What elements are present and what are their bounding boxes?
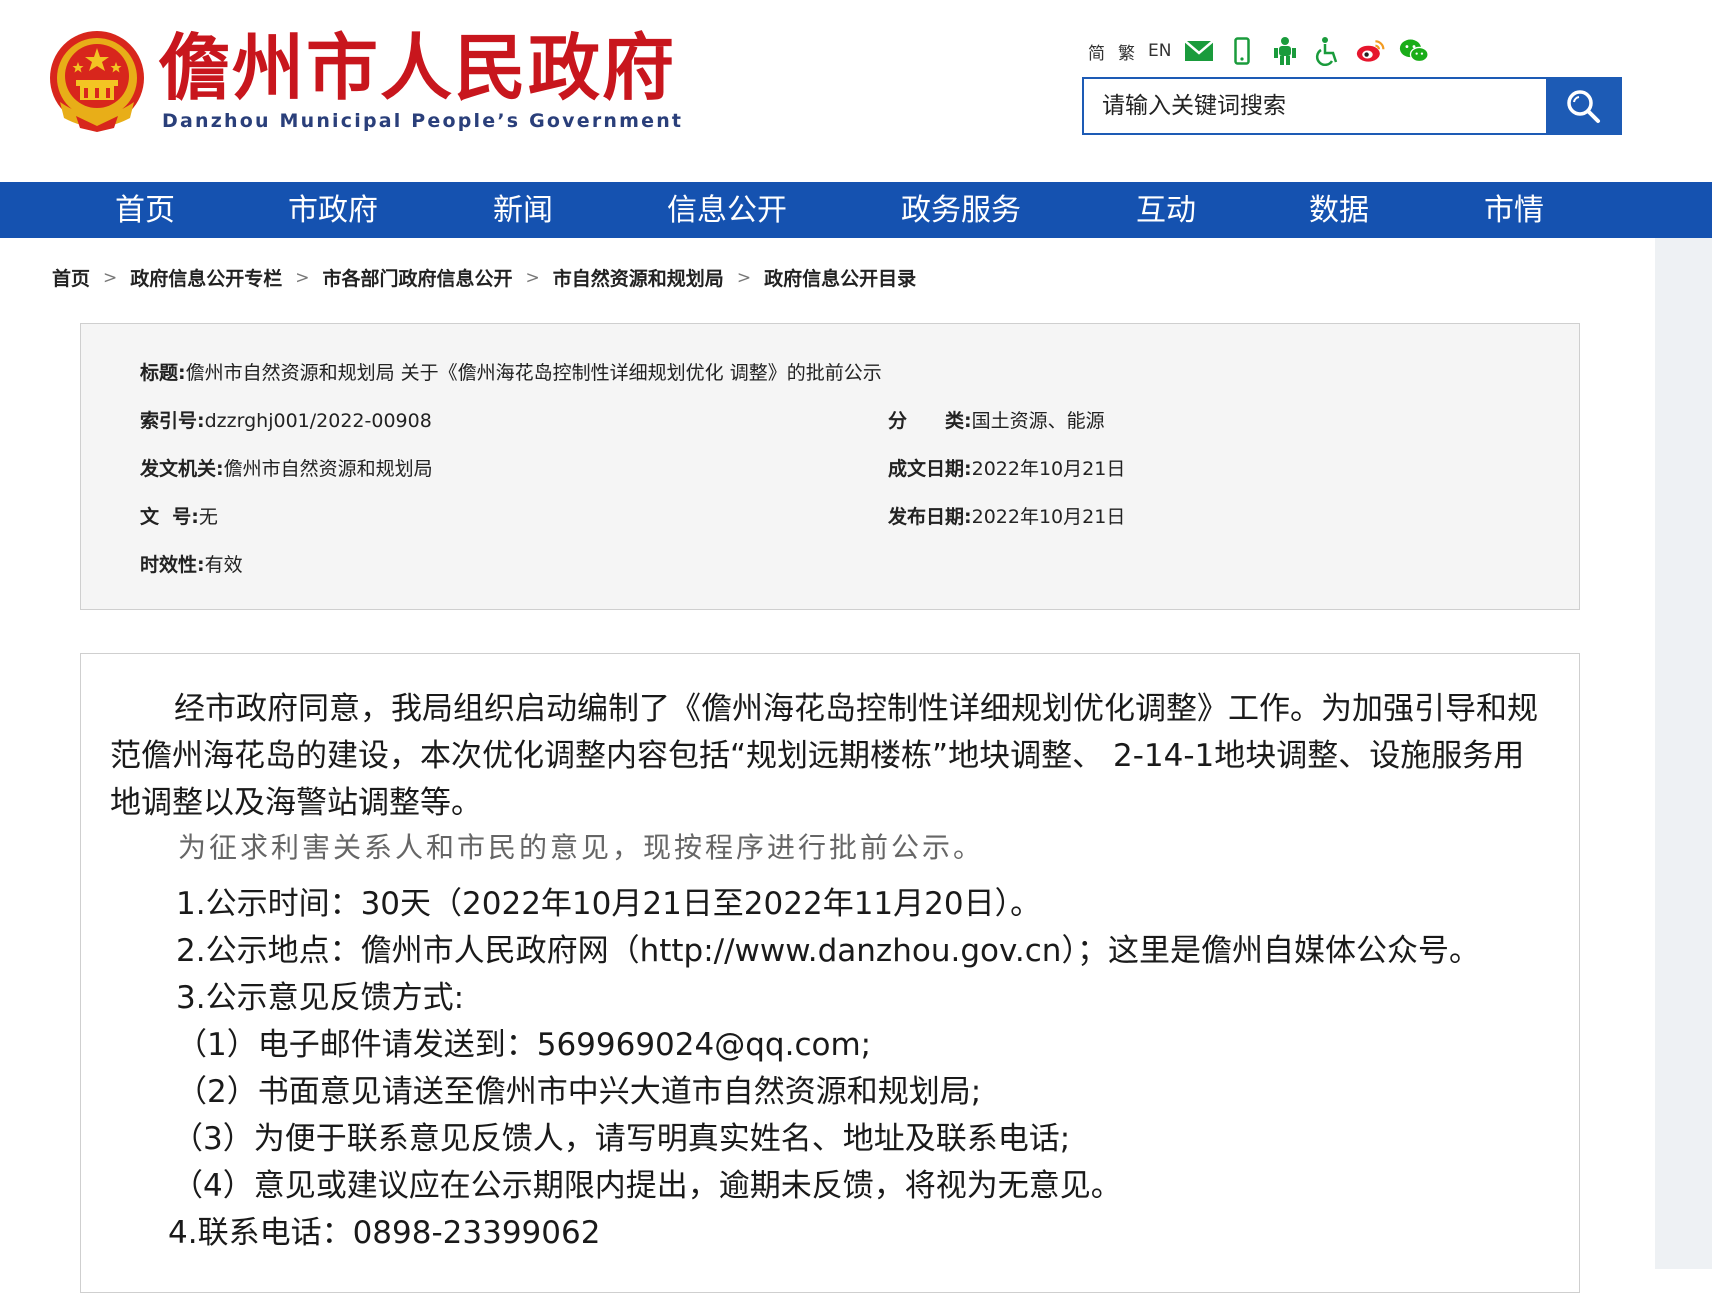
main-nav: 首页 市政府 新闻 信息公开 政务服务 互动 数据 市情 [0,182,1712,238]
meta-issuer-value: 儋州市自然资源和规划局 [223,458,433,480]
item-feedback-contact-info: （3）为便于联系意见反馈人，请写明真实姓名、地址及联系电话; [172,1121,1071,1157]
meta-category-label: 分 类: [888,410,972,432]
lang-simplified-link[interactable]: 简 [1088,39,1105,64]
breadcrumb-info-catalog[interactable]: 政府信息公开目录 [764,264,916,291]
breadcrumb-gov-info-column[interactable]: 政府信息公开专栏 [130,264,282,291]
meta-category-value: 国土资源、能源 [971,410,1105,432]
wechat-icon[interactable] [1399,36,1430,66]
nav-city-profile[interactable]: 市情 [1484,182,1544,238]
mobile-icon[interactable] [1227,36,1257,66]
site-title: 儋州市人民政府 [158,25,677,110]
site-header: 儋州市人民政府 Danzhou Municipal People’s Gover… [0,0,1712,182]
purpose-line: 为征求利害关系人和市民的意见，现按程序进行批前公示。 [178,831,985,864]
meta-doc-number-value: 无 [198,506,218,528]
article-intro: 经市政府同意，我局组织启动编制了《儋州海花岛控制性详细规划优化调整》工作。为加强… [110,686,1550,827]
breadcrumb-separator: > [103,267,118,288]
nav-interaction[interactable]: 互动 [1136,182,1196,238]
search-button[interactable] [1546,79,1620,133]
meta-index-label: 索引号: [140,410,205,432]
breadcrumb-departments[interactable]: 市各部门政府信息公开 [323,264,513,291]
meta-validity: 时效性:有效 [140,550,243,577]
breadcrumb: 首页 > 政府信息公开专栏 > 市各部门政府信息公开 > 市自然资源和规划局 >… [52,264,916,291]
meta-written-date-label: 成文日期: [888,458,972,480]
nav-government-services[interactable]: 政务服务 [901,182,1021,238]
meta-title-value: 儋州市自然资源和规划局 关于《儋州海花岛控制性详细规划优化 调整》的批前公示 [185,362,882,384]
meta-issuer-label: 发文机关: [140,458,224,480]
meta-doc-number-label: 文 号: [140,506,199,528]
breadcrumb-separator: > [736,267,752,288]
accessibility-icon[interactable] [1313,36,1343,66]
page-scroll-gutter [1655,238,1712,1269]
intro-paragraph: 经市政府同意，我局组织启动编制了《儋州海花岛控制性详细规划优化调整》工作。为加强… [110,691,1538,821]
weibo-icon[interactable] [1356,36,1386,66]
lang-traditional-link[interactable]: 繁 [1118,39,1135,64]
search-box [1082,77,1622,135]
lang-english-link[interactable]: EN [1148,41,1171,61]
item-contact-phone: 4.联系电话：0898-23399062 [168,1215,601,1251]
breadcrumb-natural-resources-bureau[interactable]: 市自然资源和规划局 [553,264,724,291]
meta-validity-value: 有效 [204,554,243,576]
item-publicity-period: 1.公示时间：30天（2022年10月21日至2022年11月20日）。 [176,886,1042,922]
item-feedback-written: （2）书面意见请送至儋州市中兴大道市自然资源和规划局; [176,1074,982,1110]
nav-info-disclosure[interactable]: 信息公开 [667,182,787,238]
breadcrumb-separator: > [525,267,540,288]
meta-publish-date-label: 发布日期: [888,506,972,528]
meta-index: 索引号:dzzrghj001/2022-00908 [140,406,432,433]
elderly-icon[interactable] [1270,36,1300,66]
meta-written-date-value: 2022年10月21日 [971,458,1126,480]
item-publicity-location: 2.公示地点：儋州市人民政府网（http://www.danzhou.gov.c… [176,933,1480,969]
item-feedback-methods: 3.公示意见反馈方式: [176,980,465,1016]
meta-validity-label: 时效性: [140,554,205,576]
national-emblem-logo [50,31,144,132]
meta-category: 分 类:国土资源、能源 [888,406,1105,433]
meta-written-date: 成文日期:2022年10月21日 [888,454,1125,481]
nav-city-government[interactable]: 市政府 [288,182,378,238]
nav-home[interactable]: 首页 [115,182,175,238]
utility-bar: 简 繁 EN [1088,36,1430,66]
nav-news[interactable]: 新闻 [493,182,553,238]
meta-publish-date-value: 2022年10月21日 [971,506,1126,528]
mail-icon[interactable] [1184,36,1215,66]
item-feedback-deadline: （4）意见或建议应在公示期限内提出，逾期未反馈，将视为无意见。 [172,1168,1122,1204]
nav-data[interactable]: 数据 [1309,182,1369,238]
meta-doc-number: 文 号:无 [140,502,218,529]
breadcrumb-separator: > [295,267,310,288]
search-input[interactable] [1084,79,1548,133]
meta-issuer: 发文机关:儋州市自然资源和规划局 [140,454,433,481]
meta-title: 标题:儋州市自然资源和规划局 关于《儋州海花岛控制性详细规划优化 调整》的批前公… [140,358,882,385]
meta-index-value: dzzrghj001/2022-00908 [204,410,432,432]
item-feedback-email: （1）电子邮件请发送到：569969024@qq.com; [176,1027,872,1063]
meta-publish-date: 发布日期:2022年10月21日 [888,502,1125,529]
search-icon [1567,90,1600,123]
breadcrumb-home[interactable]: 首页 [52,264,90,291]
meta-title-label: 标题: [140,362,186,384]
site-subtitle: Danzhou Municipal People’s Government [162,110,684,132]
